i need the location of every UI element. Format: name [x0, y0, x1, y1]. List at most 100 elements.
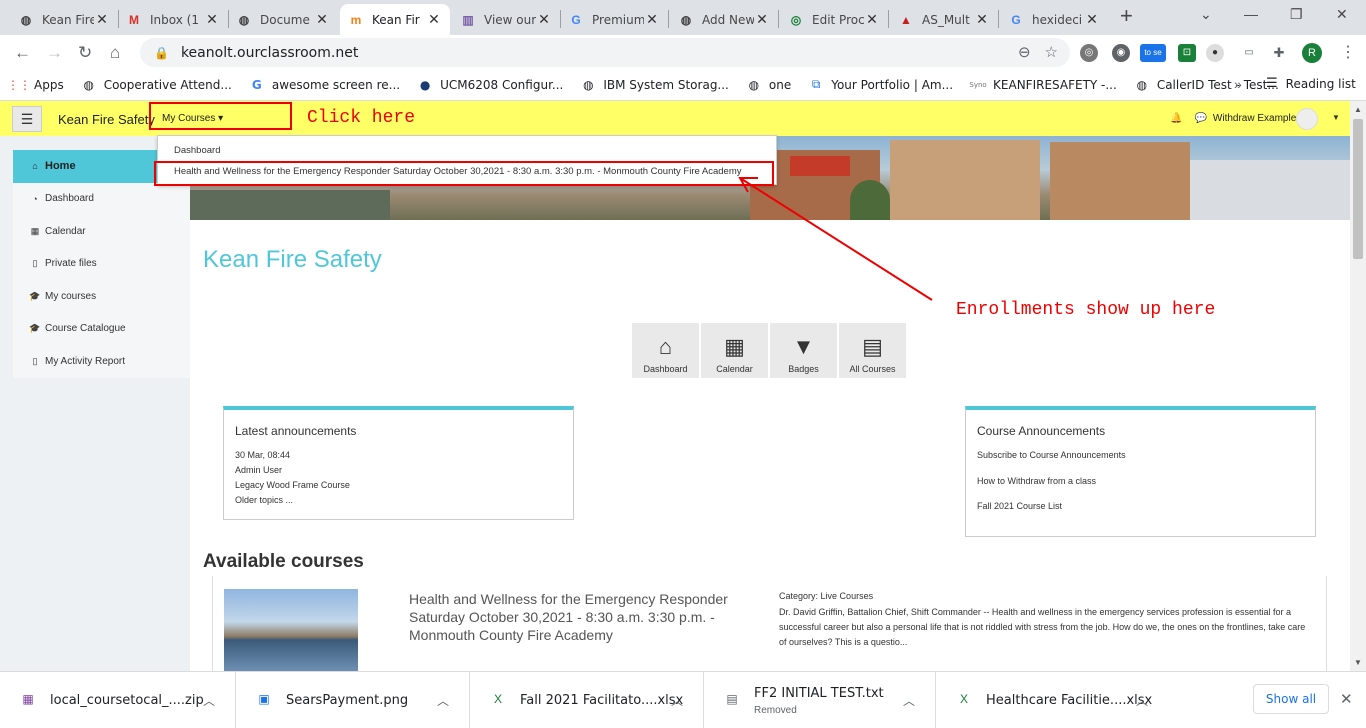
- bookmark-item[interactable]: ● UCM6208 Configur...: [418, 78, 564, 92]
- lock-icon[interactable]: 🔒: [154, 46, 169, 60]
- close-icon[interactable]: ✕: [314, 11, 330, 28]
- tab-search-icon[interactable]: ⌄: [1200, 6, 1212, 23]
- close-icon[interactable]: ✕: [426, 11, 442, 28]
- sidebar-item-activity-report[interactable]: ▯ My Activity Report: [13, 345, 190, 378]
- bookmark-item[interactable]: ◍ CallerID Test - Test...: [1135, 78, 1279, 92]
- browser-tab[interactable]: ◎ Edit Proc ✕: [780, 4, 888, 35]
- browser-tab[interactable]: ◍ Add New ✕: [670, 4, 778, 35]
- zoom-icon[interactable]: ⊖: [1018, 43, 1031, 61]
- quicklink-badges[interactable]: ▼ Badges: [770, 323, 837, 378]
- close-icon[interactable]: ✕: [1340, 690, 1353, 708]
- address-bar[interactable]: 🔒 keanolt.ourclassroom.net ⊖ ☆: [140, 38, 1070, 67]
- extension-icon[interactable]: ●: [1206, 44, 1224, 62]
- sidebar-item-my-courses[interactable]: 🎓 My courses: [13, 280, 190, 313]
- bell-icon[interactable]: 🔔: [1170, 113, 1182, 124]
- quicklink-calendar[interactable]: ▦ Calendar: [701, 323, 768, 378]
- chevron-up-icon[interactable]: ︿: [903, 692, 915, 709]
- announcement-link[interactable]: Fall 2021 Course List: [977, 499, 1315, 514]
- extension-badge[interactable]: to se: [1140, 44, 1166, 62]
- browser-tab-active[interactable]: m Kean Fir ✕: [340, 4, 450, 35]
- bookmark-item[interactable]: ⧉ Your Portfolio | Am...: [809, 77, 953, 92]
- puzzle-icon[interactable]: ✚: [1270, 44, 1288, 62]
- sidebar-item-private-files[interactable]: ▯ Private files: [13, 248, 190, 281]
- back-icon[interactable]: ←: [14, 43, 31, 63]
- course-title-link[interactable]: Health and Wellness for the Emergency Re…: [409, 590, 749, 644]
- user-menu-name[interactable]: Withdraw Example: [1213, 113, 1296, 124]
- excel-icon: X: [959, 691, 968, 706]
- profile-avatar[interactable]: R: [1302, 43, 1322, 63]
- bookmark-apps[interactable]: ⋮⋮ Apps: [7, 78, 64, 92]
- extension-icon[interactable]: ◉: [1112, 44, 1130, 62]
- category-value[interactable]: Live Courses: [821, 591, 874, 601]
- message-icon[interactable]: 💬: [1194, 113, 1206, 124]
- bookmark-star-icon[interactable]: ☆: [1045, 43, 1058, 61]
- download-item[interactable]: ▤ FF2 INITIAL TEST.txt Removed ︿: [704, 672, 936, 728]
- download-item[interactable]: ▦ local_coursetocal_....zip ︿: [0, 672, 236, 728]
- browser-tab[interactable]: M Inbox (1 ✕: [118, 4, 228, 35]
- announcement-link[interactable]: Subscribe to Course Announcements: [977, 448, 1315, 463]
- sidebar-item-dashboard[interactable]: ◔ Dashboard: [13, 183, 190, 216]
- scroll-down-icon[interactable]: ▼: [1354, 658, 1362, 667]
- calendar-icon: ▦: [30, 225, 40, 236]
- close-icon[interactable]: ✕: [974, 11, 990, 28]
- quicklink-all-courses[interactable]: ▤ All Courses: [839, 323, 906, 378]
- extension-icon[interactable]: ⊡: [1178, 44, 1196, 62]
- scrollbar-thumb[interactable]: [1353, 119, 1363, 259]
- kebab-menu-icon[interactable]: ⋮: [1340, 42, 1356, 62]
- announcement-link[interactable]: How to Withdraw from a class: [977, 474, 1315, 489]
- new-tab-button[interactable]: +: [1120, 5, 1140, 28]
- close-icon[interactable]: ✕: [1084, 11, 1100, 28]
- announcement-link[interactable]: Legacy Wood Frame Course: [235, 478, 573, 493]
- sidebar-item-label: Calendar: [45, 225, 86, 237]
- close-icon[interactable]: ✕: [864, 11, 880, 28]
- bookmark-item[interactable]: Syno KEANFIRESAFETY -...: [969, 78, 1116, 92]
- home-icon[interactable]: ⌂: [110, 43, 120, 63]
- bookmark-item[interactable]: ◍ IBM System Storag...: [581, 78, 729, 92]
- browser-tab[interactable]: ▥ View our ✕: [452, 4, 560, 35]
- download-item[interactable]: X Fall 2021 Facilitato....xlsx ︿: [470, 672, 704, 728]
- show-all-button[interactable]: Show all: [1253, 684, 1329, 714]
- extension-icon[interactable]: ◎: [1080, 44, 1098, 62]
- close-icon[interactable]: ✕: [536, 11, 552, 28]
- scroll-up-icon[interactable]: ▲: [1354, 105, 1362, 114]
- reading-list-button[interactable]: ☰ Reading list: [1266, 76, 1356, 91]
- browser-tab[interactable]: G hexideci ✕: [1000, 4, 1108, 35]
- bookmarks-overflow-icon[interactable]: »: [1234, 76, 1242, 92]
- browser-tab[interactable]: ◍ Docume ✕: [228, 4, 338, 35]
- close-icon[interactable]: ✕: [204, 11, 220, 28]
- close-icon[interactable]: ✕: [644, 11, 660, 28]
- course-image[interactable]: [224, 589, 358, 671]
- browser-tab[interactable]: ▲ AS_Mult ✕: [890, 4, 998, 35]
- browser-tab[interactable]: G Premium ✕: [560, 4, 668, 35]
- close-icon[interactable]: ✕: [94, 11, 110, 28]
- restore-icon[interactable]: ❐: [1290, 6, 1303, 23]
- browser-tab[interactable]: ◍ Kean Fire ✕: [10, 4, 118, 35]
- chevron-up-icon[interactable]: ︿: [437, 692, 449, 709]
- download-item[interactable]: X Healthcare Facilitie....xlsx ︿: [936, 672, 1168, 728]
- site-brand[interactable]: Kean Fire Safety: [58, 112, 155, 127]
- close-icon[interactable]: ✕: [754, 11, 770, 28]
- bookmark-item[interactable]: G awesome screen re...: [250, 78, 400, 92]
- dropdown-item-dashboard[interactable]: Dashboard: [174, 145, 220, 156]
- bookmark-item[interactable]: ◍ Cooperative Attend...: [82, 78, 231, 92]
- hamburger-menu-icon[interactable]: ☰: [12, 106, 42, 132]
- url-text[interactable]: keanolt.ourclassroom.net: [181, 45, 358, 61]
- excel-icon: X: [493, 691, 502, 706]
- older-topics-link[interactable]: Older topics ...: [235, 493, 573, 508]
- forward-icon[interactable]: →: [46, 43, 63, 63]
- quicklink-dashboard[interactable]: ⌂ Dashboard: [632, 323, 699, 378]
- caret-down-icon[interactable]: ▼: [1332, 113, 1340, 122]
- window-close-icon[interactable]: ✕: [1336, 6, 1348, 23]
- bookmark-item[interactable]: ◍ one: [747, 78, 792, 92]
- sidebar-item-calendar[interactable]: ▦ Calendar: [13, 215, 190, 248]
- chevron-up-icon[interactable]: ︿: [1136, 692, 1148, 709]
- chevron-up-icon[interactable]: ︿: [671, 692, 683, 709]
- download-item[interactable]: ▣ SearsPayment.png ︿: [236, 672, 470, 728]
- page-scrollbar[interactable]: ▲ ▼: [1350, 101, 1366, 671]
- extension-icon[interactable]: ▭: [1240, 44, 1258, 62]
- reload-icon[interactable]: ↻: [78, 43, 92, 63]
- sidebar-item-course-catalogue[interactable]: 🎓 Course Catalogue: [13, 313, 190, 346]
- user-avatar[interactable]: [1296, 108, 1318, 130]
- chevron-up-icon[interactable]: ︿: [203, 692, 215, 709]
- minimize-icon[interactable]: —: [1244, 6, 1258, 22]
